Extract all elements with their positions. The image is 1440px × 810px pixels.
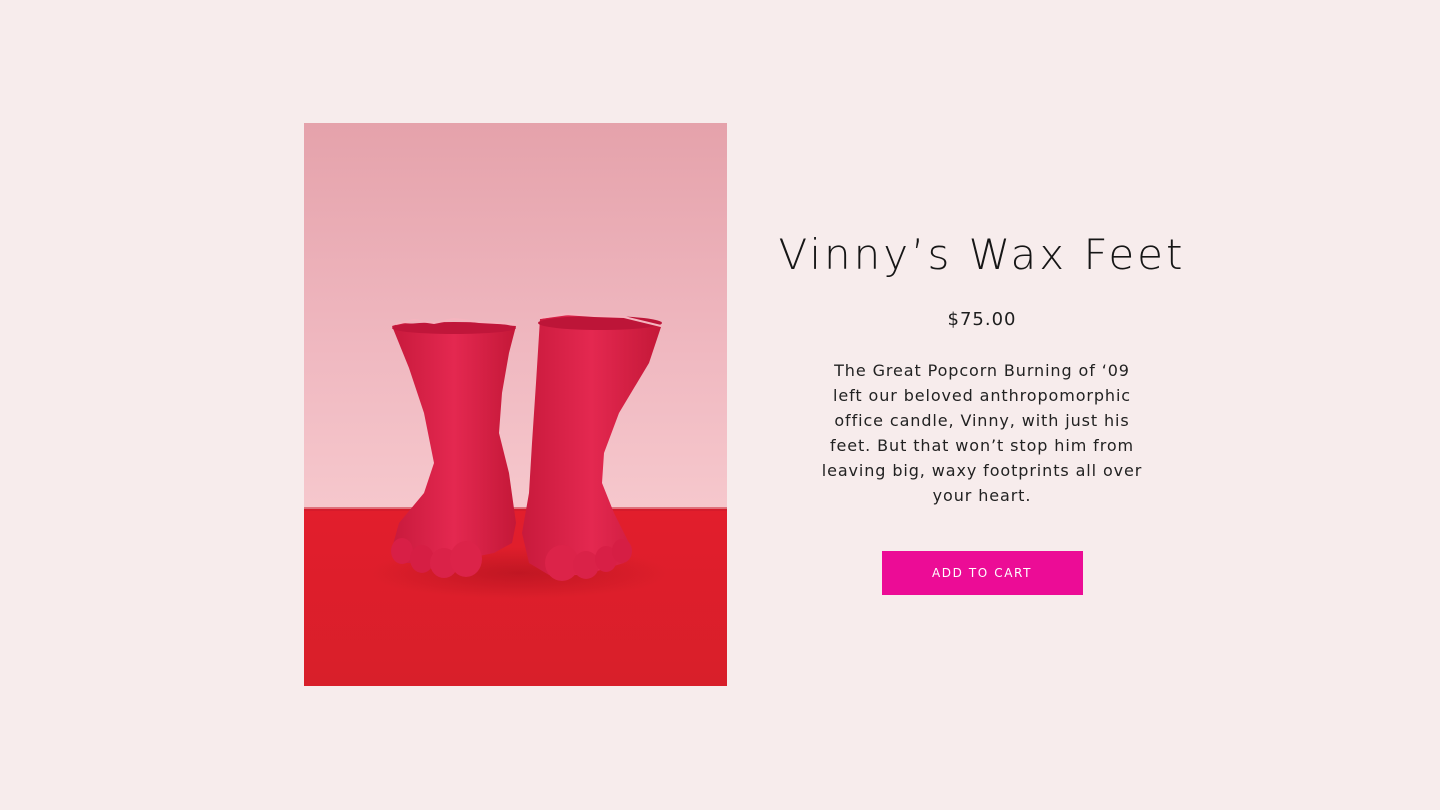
product-page: Vinny’s Wax Feet $75.00 The Great Popcor…: [0, 0, 1440, 810]
product-price: $75.00: [947, 309, 1017, 330]
wax-feet-photo: [304, 123, 727, 686]
product-description: The Great Popcorn Burning of ‘09 left ou…: [821, 361, 1143, 505]
product-title: Vinny’s Wax Feet: [778, 230, 1186, 279]
product-info: Vinny’s Wax Feet $75.00 The Great Popcor…: [772, 220, 1192, 595]
product-image: [304, 123, 727, 686]
add-to-cart-button[interactable]: ADD TO CART: [881, 551, 1083, 595]
